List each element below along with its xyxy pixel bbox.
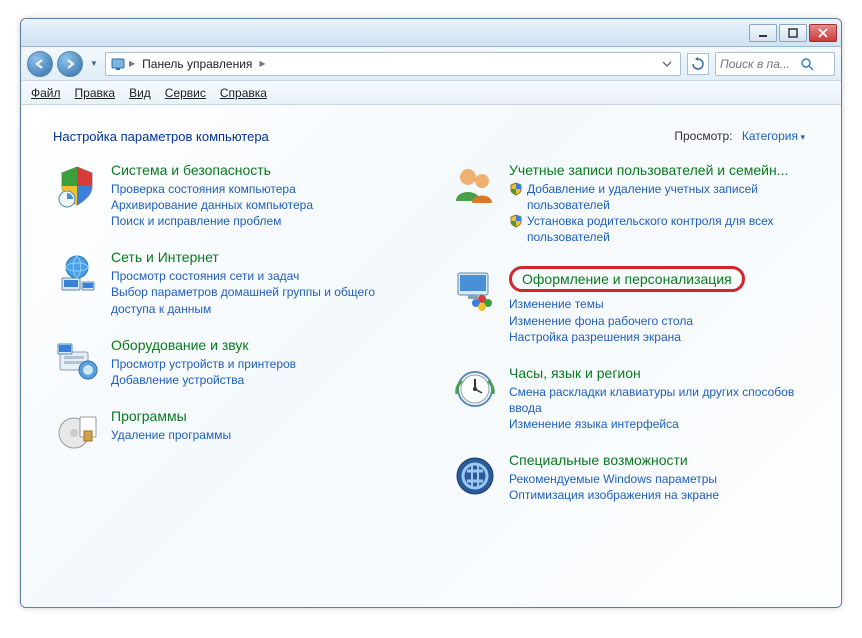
left-column: Система и безопасность Проверка состояни… bbox=[53, 162, 411, 503]
search-input[interactable] bbox=[720, 57, 800, 71]
titlebar bbox=[21, 19, 841, 47]
refresh-button[interactable] bbox=[687, 53, 709, 75]
cat-title[interactable]: Специальные возможности bbox=[509, 452, 809, 469]
cat-clock: Часы, язык и регион Смена раскладки клав… bbox=[451, 365, 809, 432]
menu-view[interactable]: Вид bbox=[129, 86, 151, 100]
cat-link[interactable]: Добавление и удаление учетных записей по… bbox=[527, 181, 809, 213]
cat-link[interactable]: Проверка состояния компьютера bbox=[111, 181, 411, 197]
view-control: Просмотр: Категория bbox=[674, 129, 805, 143]
menu-edit[interactable]: Правка bbox=[75, 86, 116, 100]
hardware-icon bbox=[53, 337, 101, 385]
search-box[interactable] bbox=[715, 52, 835, 76]
view-label: Просмотр: bbox=[674, 129, 732, 143]
cat-network: Сеть и Интернет Просмотр состояния сети … bbox=[53, 249, 411, 316]
right-column: Учетные записи пользователей и семейн...… bbox=[451, 162, 809, 503]
cat-link[interactable]: Выбор параметров домашней группы и общег… bbox=[111, 284, 411, 316]
appearance-icon bbox=[451, 266, 499, 314]
content-area: Настройка параметров компьютера Просмотр… bbox=[21, 105, 841, 607]
menu-tools[interactable]: Сервис bbox=[165, 86, 206, 100]
addr-sep: ▶ bbox=[126, 59, 138, 68]
cat-link[interactable]: Просмотр состояния сети и задач bbox=[111, 268, 411, 284]
programs-icon bbox=[53, 408, 101, 456]
view-dropdown[interactable]: Категория bbox=[742, 129, 805, 143]
breadcrumb-root[interactable]: Панель управления bbox=[138, 57, 256, 71]
clock-icon bbox=[451, 365, 499, 413]
category-grid: Система и безопасность Проверка состояни… bbox=[53, 162, 809, 503]
cat-title[interactable]: Оборудование и звук bbox=[111, 337, 411, 354]
shield-icon bbox=[509, 214, 523, 228]
cat-title[interactable]: Система и безопасность bbox=[111, 162, 411, 179]
cat-link[interactable]: Удаление программы bbox=[111, 427, 411, 443]
cat-link[interactable]: Просмотр устройств и принтеров bbox=[111, 356, 411, 372]
cat-link[interactable]: Оптимизация изображения на экране bbox=[509, 487, 809, 503]
cat-appearance: Оформление и персонализация Изменение те… bbox=[451, 266, 809, 345]
menu-help[interactable]: Справка bbox=[220, 86, 267, 100]
minimize-button[interactable] bbox=[749, 24, 777, 42]
network-icon bbox=[53, 249, 101, 297]
cat-users: Учетные записи пользователей и семейн...… bbox=[451, 162, 809, 246]
forward-button[interactable] bbox=[57, 51, 83, 77]
cat-link[interactable]: Добавление устройства bbox=[111, 372, 411, 388]
control-panel-icon bbox=[110, 56, 126, 72]
cat-title[interactable]: Сеть и Интернет bbox=[111, 249, 411, 266]
cat-title[interactable]: Учетные записи пользователей и семейн... bbox=[509, 162, 809, 179]
cat-title[interactable]: Часы, язык и регион bbox=[509, 365, 809, 382]
addr-sep: ▶ bbox=[256, 59, 268, 68]
cat-title[interactable]: Программы bbox=[111, 408, 411, 425]
system-security-icon bbox=[53, 162, 101, 210]
cat-link[interactable]: Архивирование данных компьютера bbox=[111, 197, 411, 213]
users-icon bbox=[451, 162, 499, 210]
maximize-button[interactable] bbox=[779, 24, 807, 42]
cat-hardware: Оборудование и звук Просмотр устройств и… bbox=[53, 337, 411, 388]
cat-link[interactable]: Изменение языка интерфейса bbox=[509, 416, 809, 432]
search-icon bbox=[800, 57, 814, 71]
cat-programs: Программы Удаление программы bbox=[53, 408, 411, 456]
cat-link[interactable]: Рекомендуемые Windows параметры bbox=[509, 471, 809, 487]
cat-ease: Специальные возможности Рекомендуемые Wi… bbox=[451, 452, 809, 503]
cat-link[interactable]: Поиск и исправление проблем bbox=[111, 213, 411, 229]
cat-link[interactable]: Настройка разрешения экрана bbox=[509, 329, 809, 345]
navbar: ▼ ▶ Панель управления ▶ bbox=[21, 47, 841, 81]
cat-system-security: Система и безопасность Проверка состояни… bbox=[53, 162, 411, 229]
cat-title-appearance[interactable]: Оформление и персонализация bbox=[522, 271, 732, 287]
close-button[interactable] bbox=[809, 24, 837, 42]
shield-icon bbox=[509, 182, 523, 196]
recent-pages-dropdown[interactable]: ▼ bbox=[87, 54, 101, 74]
menu-file[interactable]: Файл bbox=[31, 86, 61, 100]
ease-of-access-icon bbox=[451, 452, 499, 500]
menubar: Файл Правка Вид Сервис Справка bbox=[21, 81, 841, 105]
back-button[interactable] bbox=[27, 51, 53, 77]
highlight: Оформление и персонализация bbox=[509, 266, 745, 293]
cat-link[interactable]: Установка родительского контроля для все… bbox=[527, 213, 809, 245]
addr-dropdown[interactable] bbox=[658, 55, 676, 73]
window: ▼ ▶ Панель управления ▶ Файл Правка Вид … bbox=[20, 18, 842, 608]
cat-link[interactable]: Изменение темы bbox=[509, 296, 809, 312]
address-bar[interactable]: ▶ Панель управления ▶ bbox=[105, 52, 681, 76]
cat-link[interactable]: Изменение фона рабочего стола bbox=[509, 313, 809, 329]
cat-link[interactable]: Смена раскладки клавиатуры или других сп… bbox=[509, 384, 809, 416]
